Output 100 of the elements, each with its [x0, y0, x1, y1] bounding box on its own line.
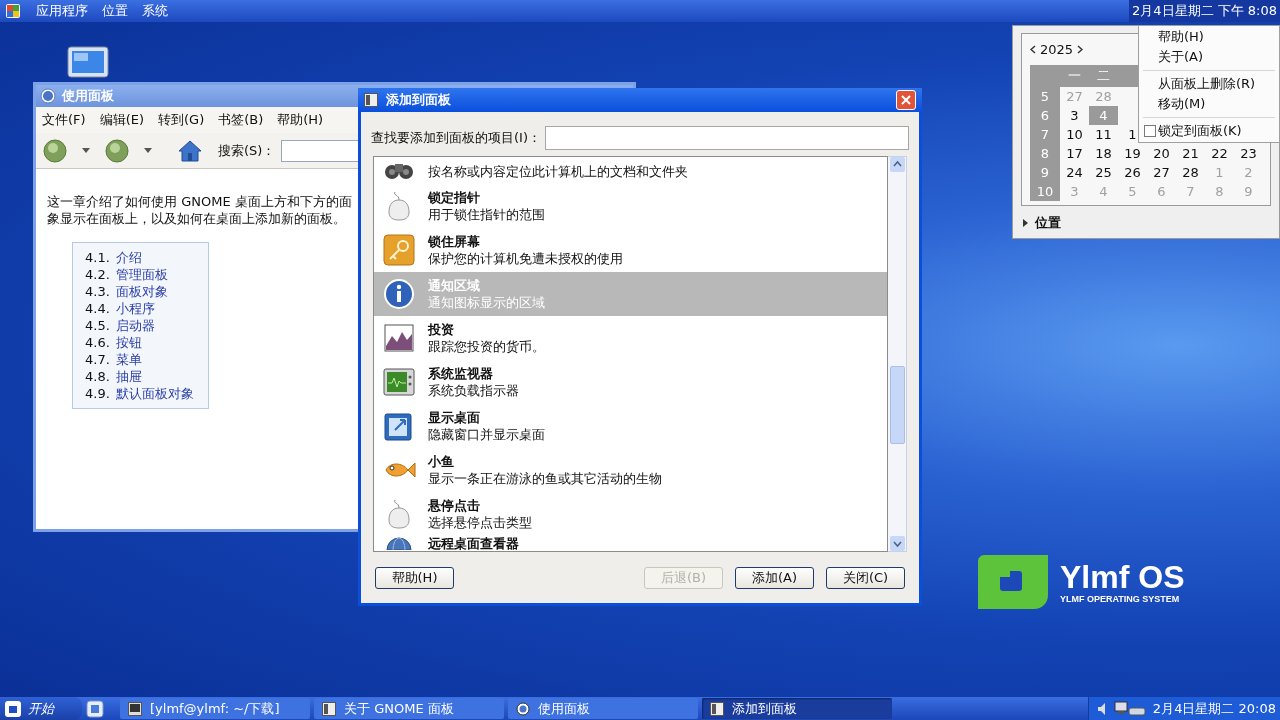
terminal-icon [128, 701, 142, 716]
section-number: 4.7. [85, 351, 110, 368]
section-number: 4.5. [85, 317, 110, 334]
taskbar-button[interactable]: 关于 GNOME 面板 [314, 698, 504, 719]
menu-item[interactable]: 关于(A) [1139, 47, 1279, 67]
taskbar-button[interactable]: [ylmf@ylmf: ~/下载] [120, 698, 310, 719]
item-description: 选择悬停点击类型 [428, 513, 532, 531]
logo-name: Ylmf OS [1060, 560, 1185, 594]
start-button[interactable]: 开始 [0, 697, 82, 720]
calendar-day[interactable]: 3 [1060, 106, 1089, 125]
calendar-day[interactable]: 20 [1147, 144, 1176, 163]
section-link[interactable]: 介绍 [115, 249, 142, 266]
clock[interactable]: 2月4日星期二 下午 8:08 [1129, 0, 1280, 22]
week-number: 9 [1030, 163, 1060, 182]
close-button[interactable] [896, 90, 916, 110]
dialog-button[interactable]: 关闭(C) [826, 567, 905, 589]
list-item[interactable]: 按名称或内容定位此计算机上的文档和文件夹 [374, 157, 887, 184]
list-item[interactable]: 远程桌面查看器 [374, 536, 887, 551]
calendar-day[interactable]: 17 [1060, 144, 1089, 163]
help-icon [40, 88, 56, 104]
calendar-day[interactable]: 21 [1176, 144, 1205, 163]
checkbox[interactable] [1144, 125, 1156, 137]
scroll-up-icon[interactable] [889, 157, 905, 172]
scrollbar[interactable] [888, 156, 907, 552]
calendar-day[interactable]: 24 [1060, 163, 1089, 182]
list-item[interactable]: 显示桌面 隐藏窗口并显示桌面 [374, 404, 887, 448]
search-field[interactable] [545, 126, 909, 150]
computer-icon[interactable] [64, 45, 112, 81]
calendar-day[interactable]: 10 [1060, 125, 1089, 144]
start-icon [4, 699, 22, 718]
section-link[interactable]: 菜单 [115, 351, 142, 368]
calendar-day[interactable]: 19 [1118, 144, 1147, 163]
item-title: 系统监视器 [428, 365, 494, 382]
panel-icon [364, 93, 378, 107]
scroll-thumb[interactable] [889, 366, 905, 444]
calendar-day[interactable]: 23 [1234, 144, 1263, 163]
scroll-down-icon[interactable] [889, 536, 905, 551]
home-icon[interactable] [178, 139, 202, 162]
list-item[interactable]: 锁定指针 用于锁住指针的范围 [374, 184, 887, 228]
search-label: 搜索(S)： [218, 141, 276, 160]
section-link[interactable]: 抽屉 [115, 368, 142, 385]
menu-item[interactable]: 转到(G) [158, 110, 205, 130]
item-description: 用于锁住指针的范围 [428, 205, 545, 223]
network-icon[interactable] [1112, 700, 1147, 717]
dialog-button[interactable]: 添加(A) [735, 567, 814, 589]
section-link[interactable]: 小程序 [115, 300, 155, 317]
item-description: 通知图标显示的区域 [428, 293, 545, 311]
chart-icon [384, 324, 414, 352]
section-number: 4.6. [85, 334, 110, 351]
previous-year-icon[interactable] [1030, 45, 1036, 54]
calendar-day[interactable]: 27 [1147, 163, 1176, 182]
menu-item[interactable]: 帮助(H) [1139, 27, 1279, 47]
search-label: 查找要添加到面板的项目(I)： [371, 129, 541, 148]
menu-item[interactable]: 帮助(H) [277, 110, 324, 130]
list-item[interactable]: 系统监视器 系统负载指示器 [374, 360, 887, 404]
section-number: 4.1. [85, 249, 110, 266]
clock[interactable]: 2月4日星期二 20:08 [1152, 698, 1276, 719]
calendar-day[interactable]: 22 [1205, 144, 1234, 163]
panel-menu[interactable]: 应用程序 [33, 0, 91, 22]
list-item[interactable]: 悬停点击 选择悬停点击类型 [374, 492, 887, 536]
forward-icon[interactable] [104, 137, 130, 164]
week-number: 7 [1030, 125, 1060, 144]
section-link[interactable]: 按钮 [115, 334, 142, 351]
calendar-day[interactable]: 26 [1118, 163, 1147, 182]
taskbar-button[interactable]: 添加到面板 [702, 698, 892, 719]
back-icon[interactable] [42, 137, 68, 164]
menu-item[interactable]: 编辑(E) [99, 110, 144, 130]
dialog-button[interactable]: 帮助(H) [375, 567, 454, 589]
weekday-label: 一 [1067, 67, 1082, 85]
menu-item[interactable]: 从面板上删除(R) [1139, 74, 1279, 94]
menu-item[interactable]: 书签(B) [218, 110, 264, 130]
list-item[interactable]: 小鱼 显示一条正在游泳的鱼或其它活动的生物 [374, 448, 887, 492]
calendar-day[interactable]: 18 [1089, 144, 1118, 163]
section-link[interactable]: 管理面板 [115, 266, 168, 283]
menu-item[interactable]: 锁定到面板(K) [1139, 121, 1279, 141]
menu-item[interactable]: 移动(M) [1139, 94, 1279, 114]
logo-tagline: YLMF OPERATING SYSTEM [1060, 594, 1181, 604]
section-link[interactable]: 启动器 [115, 317, 155, 334]
calendar-day[interactable]: 25 [1089, 163, 1118, 182]
week-number: 10 [1030, 182, 1060, 201]
speaker-icon[interactable] [1096, 701, 1107, 716]
list-item[interactable]: 投资 跟踪您投资的货币。 [374, 316, 887, 360]
section-link[interactable]: 默认面板对象 [115, 385, 194, 402]
caret-icon[interactable] [82, 148, 90, 153]
next-year-icon[interactable] [1077, 45, 1084, 54]
item-description: 显示一条正在游泳的鱼或其它活动的生物 [428, 469, 662, 487]
window-title: 使用面板 [62, 87, 114, 106]
section-number: 4.4. [85, 300, 110, 317]
panel-menu[interactable]: 系统 [139, 0, 171, 22]
calendar-day[interactable]: 28 [1176, 163, 1205, 182]
calendar-day[interactable]: 11 [1089, 125, 1118, 144]
list-item[interactable]: 锁住屏幕 保护您的计算机免遭未授权的使用 [374, 228, 887, 272]
locations-expander[interactable]: 位置 [1021, 213, 1061, 233]
section-link[interactable]: 面板对象 [115, 283, 168, 300]
info-icon [383, 278, 415, 310]
caret-icon[interactable] [144, 148, 152, 153]
taskbar-button[interactable]: 使用面板 [508, 698, 698, 719]
menu-item[interactable]: 文件(F) [42, 110, 86, 130]
item-description: 跟踪您投资的货币。 [428, 337, 545, 355]
panel-menu[interactable]: 位置 [99, 0, 131, 22]
